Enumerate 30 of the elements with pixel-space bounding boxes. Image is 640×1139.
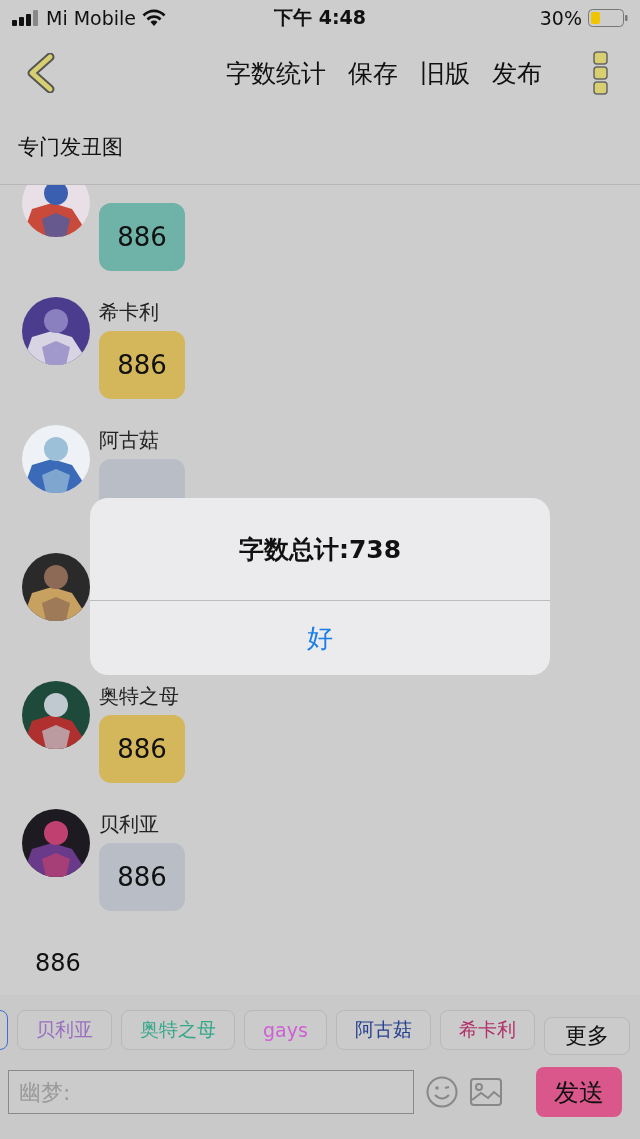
quick-tag[interactable]: 阿古菇	[335, 1010, 431, 1050]
message-text: 886	[34, 948, 82, 977]
sender-name: 奥特之母	[99, 683, 180, 707]
signal-icon	[12, 10, 40, 26]
nav-action[interactable]: 发布	[486, 56, 548, 90]
wifi-icon	[142, 9, 167, 27]
battery-icon	[588, 9, 628, 27]
quick-tag[interactable]: 希卡利	[439, 1010, 535, 1050]
emoji-icon[interactable]	[426, 1076, 458, 1108]
status-time: 下午 4:48	[274, 5, 366, 30]
nav-action[interactable]: 旧版	[414, 56, 476, 90]
battery-percent: 30%	[539, 7, 582, 29]
message-bubble: 886	[99, 715, 185, 783]
more-menu-icon[interactable]	[592, 50, 610, 96]
ok-button[interactable]: 好	[90, 601, 550, 675]
carrier-name: Mi Mobile	[46, 7, 137, 29]
sender-name: 贝利亚	[99, 811, 160, 835]
nav-action[interactable]: 保存	[342, 56, 404, 90]
image-icon[interactable]	[470, 1078, 502, 1106]
alert-message: 字数总计:738	[238, 533, 402, 566]
message-bubble: 886	[99, 843, 185, 911]
message-bubble: 886	[99, 203, 185, 271]
chat-title: 专门发丑图	[18, 134, 123, 161]
send-button[interactable]: 发送	[536, 1067, 622, 1117]
message-bubble: 886	[99, 331, 185, 399]
sender-name: 希卡利	[99, 299, 160, 323]
back-icon[interactable]	[26, 53, 56, 93]
nav-action[interactable]: 字数统计	[220, 56, 332, 90]
more-button[interactable]: 更多	[544, 1017, 630, 1055]
sender-name: 阿古菇	[99, 427, 160, 451]
